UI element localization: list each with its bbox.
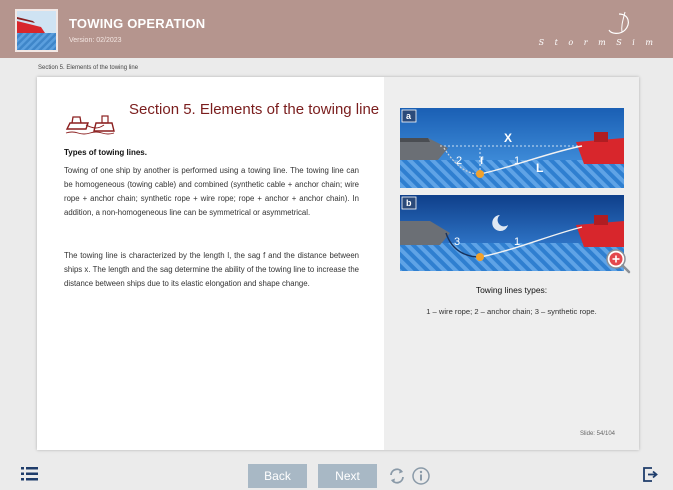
diagram-a-x-label: X bbox=[504, 131, 512, 145]
diagram-a-label-1: 1 bbox=[514, 155, 520, 167]
exit-icon[interactable] bbox=[643, 467, 658, 482]
brand-text: S t o r m S i m bbox=[538, 38, 657, 47]
app-header: TOWING OPERATION Version: 02/2023 S t o … bbox=[0, 0, 673, 58]
diagram-a-label-2: 2 bbox=[456, 155, 462, 167]
diagram-b-label-1: 1 bbox=[514, 236, 520, 248]
diagram-caption: Towing lines types: bbox=[475, 285, 548, 295]
zoom-in-icon[interactable] bbox=[605, 248, 631, 274]
slide-counter: Slide: 54/104 bbox=[579, 431, 615, 437]
back-button[interactable]: Back bbox=[248, 464, 307, 488]
app-logo bbox=[15, 9, 58, 52]
content-subheading: Types of towing lines. bbox=[64, 148, 147, 157]
diagram-a-label-l: L bbox=[536, 161, 543, 175]
content-paragraph-1: Towing of one ship by another is perform… bbox=[64, 166, 359, 217]
diagram-b-tag: b bbox=[406, 198, 412, 208]
towing-diagram-a: a X 2 f 1 L bbox=[400, 108, 624, 188]
app-title: TOWING OPERATION bbox=[69, 16, 206, 31]
diagram-legend: 1 – wire rope; 2 – anchor chain; 3 – syn… bbox=[426, 307, 597, 316]
breadcrumb: Section 5. Elements of the towing line bbox=[38, 65, 139, 71]
section-title: Section 5. Elements of the towing line bbox=[129, 101, 380, 118]
replay-icon[interactable] bbox=[387, 466, 407, 486]
next-button[interactable]: Next bbox=[318, 464, 377, 488]
content-paragraph-2: The towing line is characterized by the … bbox=[64, 251, 359, 288]
towing-diagram-b: b 3 1 bbox=[400, 195, 624, 271]
diagram-panel: a X 2 f 1 L b 3 1 Towing lines types: 1 … bbox=[384, 77, 639, 450]
diagram-b-label-3: 3 bbox=[454, 236, 460, 248]
app-version: Version: 02/2023 bbox=[69, 37, 122, 44]
info-icon[interactable] bbox=[411, 466, 431, 486]
towing-ships-icon bbox=[65, 115, 115, 135]
menu-icon[interactable] bbox=[21, 467, 38, 481]
content-card: Section 5. Elements of the towing line T… bbox=[37, 77, 639, 450]
